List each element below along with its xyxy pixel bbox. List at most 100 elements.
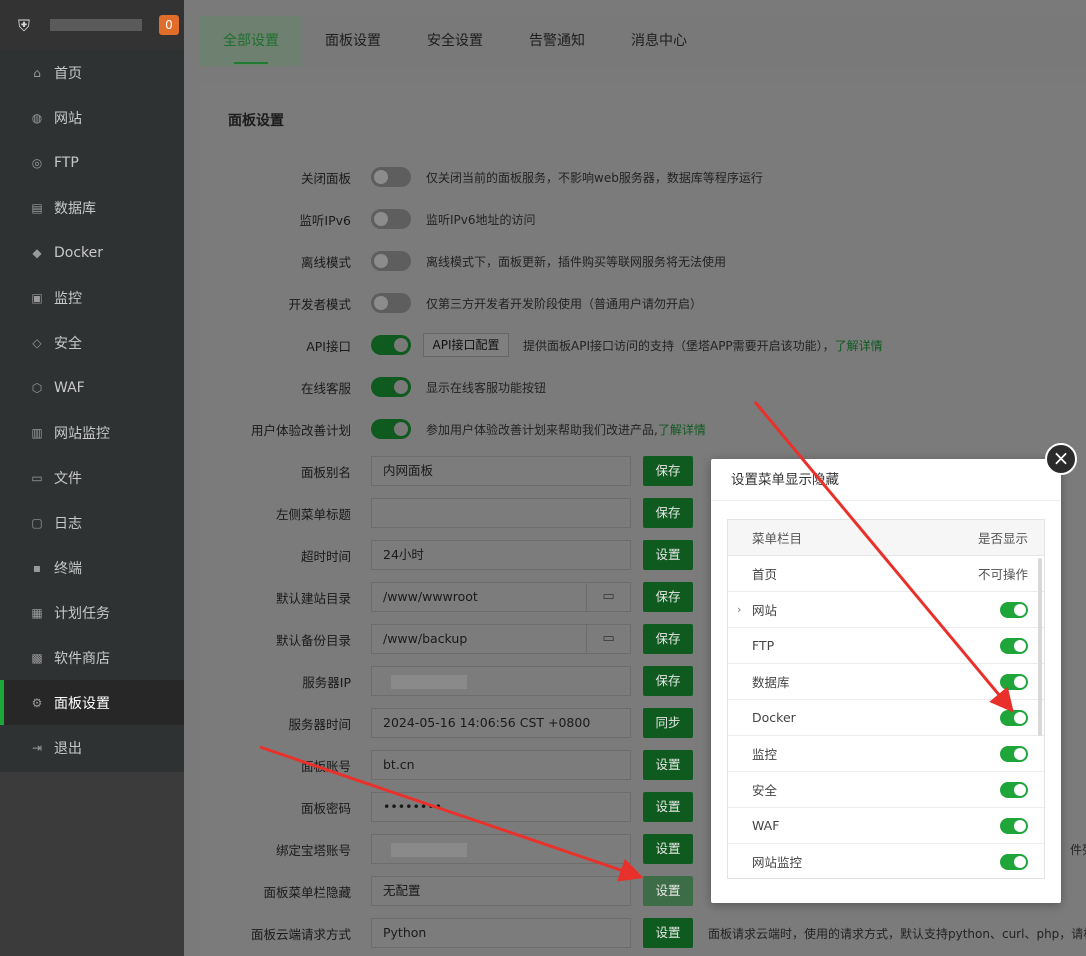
setting-input[interactable]: [371, 666, 631, 696]
toggle-switch[interactable]: [371, 209, 411, 229]
menu-visibility-row: 数据库: [728, 664, 1044, 700]
sidebar-item-2[interactable]: ◎ FTP: [0, 140, 184, 185]
service-toggle[interactable]: [371, 377, 411, 397]
setting-input[interactable]: [371, 834, 631, 864]
sidebar-item-12[interactable]: ▦ 计划任务: [0, 590, 184, 635]
visibility-toggle[interactable]: [1000, 817, 1028, 834]
visibility-toggle[interactable]: [1000, 745, 1028, 762]
setting-action-button[interactable]: 设置: [643, 918, 693, 948]
tab-4[interactable]: 消息中心: [608, 16, 710, 66]
learn-more-link[interactable]: 了解详情: [658, 423, 706, 437]
setting-action-button[interactable]: 设置: [643, 540, 693, 570]
sidebar-item-5[interactable]: ▣ 监控: [0, 275, 184, 320]
visibility-toggle[interactable]: [1000, 709, 1028, 726]
setting-desc: 仅第三方开发者开发阶段使用（普通用户请勿开启）: [426, 296, 703, 311]
notification-badge[interactable]: 0: [159, 15, 179, 35]
setting-action-button[interactable]: 设置: [643, 750, 693, 780]
api-config-button[interactable]: API接口配置: [423, 333, 509, 357]
setting-input[interactable]: /www/wwwroot ▭: [371, 582, 631, 612]
folder-icon[interactable]: ▭: [586, 625, 630, 653]
sidebar-item-label: FTP: [54, 154, 79, 171]
setting-input[interactable]: Python: [371, 918, 631, 948]
menu-visibility-row: 网站监控: [728, 844, 1044, 878]
setting-input[interactable]: 24小时: [371, 540, 631, 570]
menu-visibility-row: › 网站: [728, 592, 1044, 628]
sidebar-item-0[interactable]: ⌂ 首页: [0, 50, 184, 95]
tab-2[interactable]: 安全设置: [404, 16, 506, 66]
setting-input[interactable]: bt.cn: [371, 750, 631, 780]
setting-action-button[interactable]: 保存: [643, 582, 693, 612]
menu-visibility-row: 安全: [728, 772, 1044, 808]
setting-label: 面板菜单栏隐藏: [263, 884, 351, 900]
shield-icon: ◇: [32, 335, 42, 350]
file-list-fragment: 件列: [1070, 842, 1086, 857]
sidebar-item-label: 网站: [54, 110, 82, 127]
terminal-icon: ▪: [32, 560, 42, 575]
docker-icon: ◆: [32, 245, 42, 260]
setting-action-button[interactable]: 保存: [643, 498, 693, 528]
sidebar-item-label: WAF: [54, 379, 85, 396]
visibility-toggle[interactable]: [1000, 673, 1028, 690]
toggle-switch[interactable]: [371, 167, 411, 187]
sidebar-item-1[interactable]: ◍ 网站: [0, 95, 184, 140]
bt-logo-icon: ⛨: [18, 16, 31, 35]
setting-action-button[interactable]: 设置: [643, 792, 693, 822]
tab-0[interactable]: 全部设置: [200, 16, 302, 66]
sidebar-item-7[interactable]: ⬡ WAF: [0, 365, 184, 410]
visibility-toggle[interactable]: [1000, 853, 1028, 870]
waf-icon: ⬡: [31, 380, 43, 395]
visibility-toggle[interactable]: [1000, 781, 1028, 798]
sidebar-item-4[interactable]: ◆ Docker: [0, 230, 184, 275]
redacted-value: [391, 842, 467, 857]
tab-1[interactable]: 面板设置: [302, 16, 404, 66]
setting-action-button[interactable]: 设置: [643, 876, 693, 906]
api-toggle[interactable]: [371, 335, 411, 355]
gear-icon: ⚙: [31, 695, 43, 710]
toggle-switch[interactable]: [371, 251, 411, 271]
sidebar-item-11[interactable]: ▪ 终端: [0, 545, 184, 590]
menu-item-label: 网站监控: [752, 855, 803, 870]
tab-3[interactable]: 告警通知: [506, 16, 608, 66]
setting-action-button[interactable]: 设置: [643, 834, 693, 864]
setting-label: 离线模式: [300, 254, 351, 270]
visibility-toggle[interactable]: [1000, 637, 1028, 654]
sidebar-item-10[interactable]: ▢ 日志: [0, 500, 184, 545]
sidebar-item-8[interactable]: ▥ 网站监控: [0, 410, 184, 455]
setting-input[interactable]: [371, 498, 631, 528]
setting-input[interactable]: ••••••••: [371, 792, 631, 822]
setting-label: 超时时间: [300, 548, 351, 564]
setting-action-button[interactable]: 保存: [643, 666, 693, 696]
setting-label: 服务器IP: [302, 674, 351, 690]
learn-more-link[interactable]: 了解详情: [835, 339, 883, 353]
sidebar-item-9[interactable]: ▭ 文件: [0, 455, 184, 500]
visibility-toggle[interactable]: [1000, 601, 1028, 618]
toggle-switch[interactable]: [371, 293, 411, 313]
menu-visibility-row: 首页 不可操作: [728, 556, 1044, 592]
setting-input[interactable]: /www/backup ▭: [371, 624, 631, 654]
sidebar-item-6[interactable]: ◇ 安全: [0, 320, 184, 365]
service-row: 在线客服 显示在线客服功能按钮: [216, 372, 1086, 402]
sidebar-item-15[interactable]: ⇥ 退出: [0, 725, 184, 770]
ux-toggle[interactable]: [371, 419, 411, 439]
setting-input[interactable]: 2024-05-16 14:06:56 CST +0800: [371, 708, 631, 738]
menu-item-label: 安全: [752, 783, 778, 798]
close-icon[interactable]: ×: [1045, 443, 1077, 475]
sidebar-item-3[interactable]: ▤ 数据库: [0, 185, 184, 230]
chevron-right-icon[interactable]: ›: [737, 603, 741, 616]
table-header: 菜单栏目 是否显示: [728, 520, 1044, 556]
setting-input[interactable]: 内网面板: [371, 456, 631, 486]
log-icon: ▢: [31, 515, 43, 530]
setting-label: 面板密码: [300, 800, 351, 816]
setting-action-button[interactable]: 保存: [643, 624, 693, 654]
api-desc: 提供面板API接口访问的支持（堡塔APP需要开启该功能），了解详情: [523, 338, 883, 353]
setting-action-button[interactable]: 保存: [643, 456, 693, 486]
sidebar-item-14[interactable]: ⚙ 面板设置: [0, 680, 184, 725]
sidebar-item-13[interactable]: ▩ 软件商店: [0, 635, 184, 680]
table-scrollbar[interactable]: [1038, 558, 1042, 736]
field-row-11: 面板云端请求方式 Python 设置 面板请求云端时，使用的请求方式，默认支持py…: [216, 918, 1086, 948]
menu-visibility-table: 菜单栏目 是否显示 首页 不可操作 › 网站 FTP 数据库 Docker 监控 安全 WAF 网站…: [727, 519, 1045, 879]
setting-action-button[interactable]: 同步: [643, 708, 693, 738]
folder-icon[interactable]: ▭: [586, 583, 630, 611]
setting-input[interactable]: 无配置: [371, 876, 631, 906]
task-icon: ▦: [31, 605, 43, 620]
